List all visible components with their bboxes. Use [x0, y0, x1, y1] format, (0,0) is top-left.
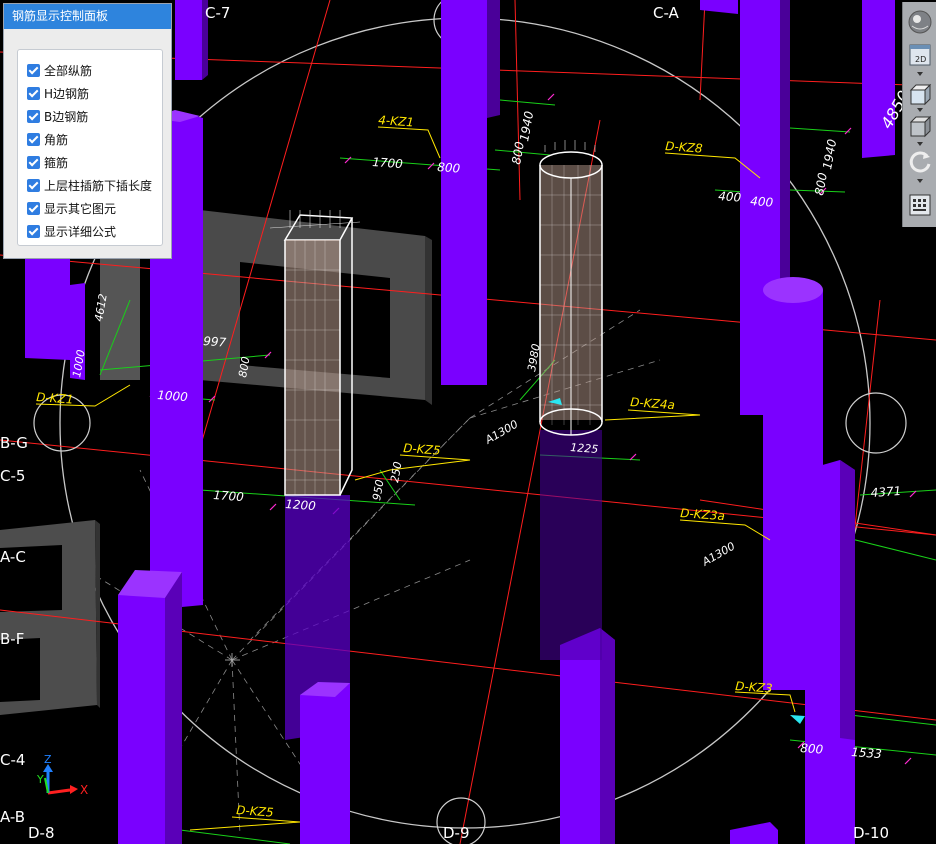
axis-label-ab: A-B [0, 808, 25, 826]
chevron-down-icon[interactable] [917, 72, 923, 76]
option-label: 显示其它图元 [44, 202, 117, 216]
2d-view-icon[interactable]: 2D [906, 40, 934, 68]
dim-250: 250 [388, 461, 404, 484]
column-mirror-round [540, 430, 602, 660]
dim-400-a: 400 [718, 189, 742, 205]
dim-a1300-b: A1300 [699, 540, 737, 570]
column-right-edge [862, 0, 895, 158]
dim-1000: 1000 [157, 388, 189, 404]
column-4kz1 [441, 0, 500, 385]
axis-label-bg: B-G [0, 434, 28, 452]
dim-1940-b: 1940 [820, 138, 839, 171]
chevron-down-icon[interactable] [917, 179, 923, 183]
checkbox-icon[interactable] [27, 156, 40, 169]
option-label: 显示详细公式 [44, 225, 117, 239]
axis-label-d8: D-8 [28, 824, 55, 842]
dim-1533: 1533 [851, 745, 882, 761]
axis-label-d10: D-10 [853, 824, 889, 842]
dim-950: 950 [370, 479, 386, 502]
panel-title[interactable]: 钢筋显示控制面板 [4, 4, 171, 29]
axis-z-label: Z [44, 753, 52, 766]
dim-800-v2: 800 [812, 171, 830, 196]
chevron-down-icon[interactable] [917, 142, 923, 146]
column-bottom-left [118, 570, 182, 844]
checkbox-icon[interactable] [27, 87, 40, 100]
dim-400-b: 400 [750, 194, 774, 210]
option-all-longitudinal[interactable]: 全部纵筋 [18, 59, 162, 82]
dim-800-top: 800 [437, 160, 461, 176]
axis-label-c5: C-5 [0, 467, 25, 485]
axis-label-c7: C-7 [205, 4, 230, 22]
dim-a1300-a: A1300 [482, 418, 520, 448]
option-b-side-rebar[interactable]: B边钢筋 [18, 105, 162, 128]
option-h-side-rebar[interactable]: H边钢筋 [18, 82, 162, 105]
dim-997: 997 [203, 334, 227, 350]
dim-1700-mid: 1700 [213, 488, 245, 504]
view-sphere-icon[interactable] [906, 8, 934, 36]
column-round [763, 277, 855, 740]
column-bottom-mid [300, 682, 350, 844]
checkbox-icon[interactable] [27, 179, 40, 192]
rotate-icon[interactable] [906, 147, 934, 175]
axis-label-ca: C-A [653, 4, 680, 22]
3d-box-icon[interactable] [906, 80, 934, 108]
panel-options: 全部纵筋 H边钢筋 B边钢筋 角筋 箍筋 上层柱插筋下插长度 显示其它图元 显示… [17, 49, 163, 246]
axis-label-d9: D-9 [443, 824, 470, 842]
checkbox-icon[interactable] [27, 110, 40, 123]
tag-dkz5: D-KZ5 [403, 441, 441, 458]
checkbox-icon[interactable] [27, 202, 40, 215]
option-stirrups[interactable]: 箍筋 [18, 151, 162, 174]
option-show-other-elements[interactable]: 显示其它图元 [18, 197, 162, 220]
option-label: 全部纵筋 [44, 64, 93, 78]
axis-label-ac: A-C [0, 548, 26, 566]
tag-dkz3: D-KZ3 [735, 679, 773, 696]
dim-800-v: 800 [509, 140, 527, 165]
2d-label: 2D [915, 55, 926, 64]
dim-800-bottom: 800 [800, 741, 824, 757]
axis-label-bf: B-F [0, 630, 24, 648]
option-label: H边钢筋 [44, 87, 90, 101]
dim-1700-top: 1700 [372, 155, 404, 171]
tag-dkz5-bottom: D-KZ5 [236, 803, 274, 820]
cyan-marker [790, 715, 805, 724]
checkbox-icon[interactable] [27, 225, 40, 238]
view-toolbar: 2D [902, 2, 936, 227]
column-bottom-center [560, 628, 615, 844]
axis-x-label: X [80, 783, 88, 797]
option-show-formula[interactable]: 显示详细公式 [18, 220, 162, 243]
dim-1200: 1200 [285, 497, 317, 513]
option-label: 箍筋 [44, 156, 69, 170]
checkbox-icon[interactable] [27, 64, 40, 77]
checkbox-icon[interactable] [27, 133, 40, 146]
axis-y-label: Y [36, 773, 44, 786]
option-corner-rebar[interactable]: 角筋 [18, 128, 162, 151]
3d-solid-icon[interactable] [906, 112, 934, 140]
tag-dkz8: D-KZ8 [665, 139, 704, 156]
settings-panel-icon[interactable] [906, 190, 934, 218]
rebar-round-column [539, 140, 603, 436]
option-label: 角筋 [44, 133, 69, 147]
tag-dkz1: D-KZ1 [36, 390, 74, 407]
rebar-display-control-panel: 钢筋显示控制面板 全部纵筋 H边钢筋 B边钢筋 角筋 箍筋 上层柱插筋下插长度 … [3, 3, 172, 259]
option-label: 上层柱插筋下插长度 [44, 179, 153, 193]
column-c7 [175, 0, 208, 80]
option-dowel-length[interactable]: 上层柱插筋下插长度 [18, 174, 162, 197]
option-label: B边钢筋 [44, 110, 89, 124]
coordinate-axes: X Y Z [36, 753, 88, 797]
dim-1940-a: 1940 [517, 110, 536, 143]
dim-1225: 1225 [570, 441, 599, 456]
tag-4kz1: 4-KZ1 [378, 113, 415, 129]
column-bottom-right [730, 740, 855, 844]
dim-4371: 4371 [870, 484, 901, 500]
axis-label-c4: C-4 [0, 751, 25, 769]
tag-dkz4a: D-KZ4a [630, 395, 676, 412]
